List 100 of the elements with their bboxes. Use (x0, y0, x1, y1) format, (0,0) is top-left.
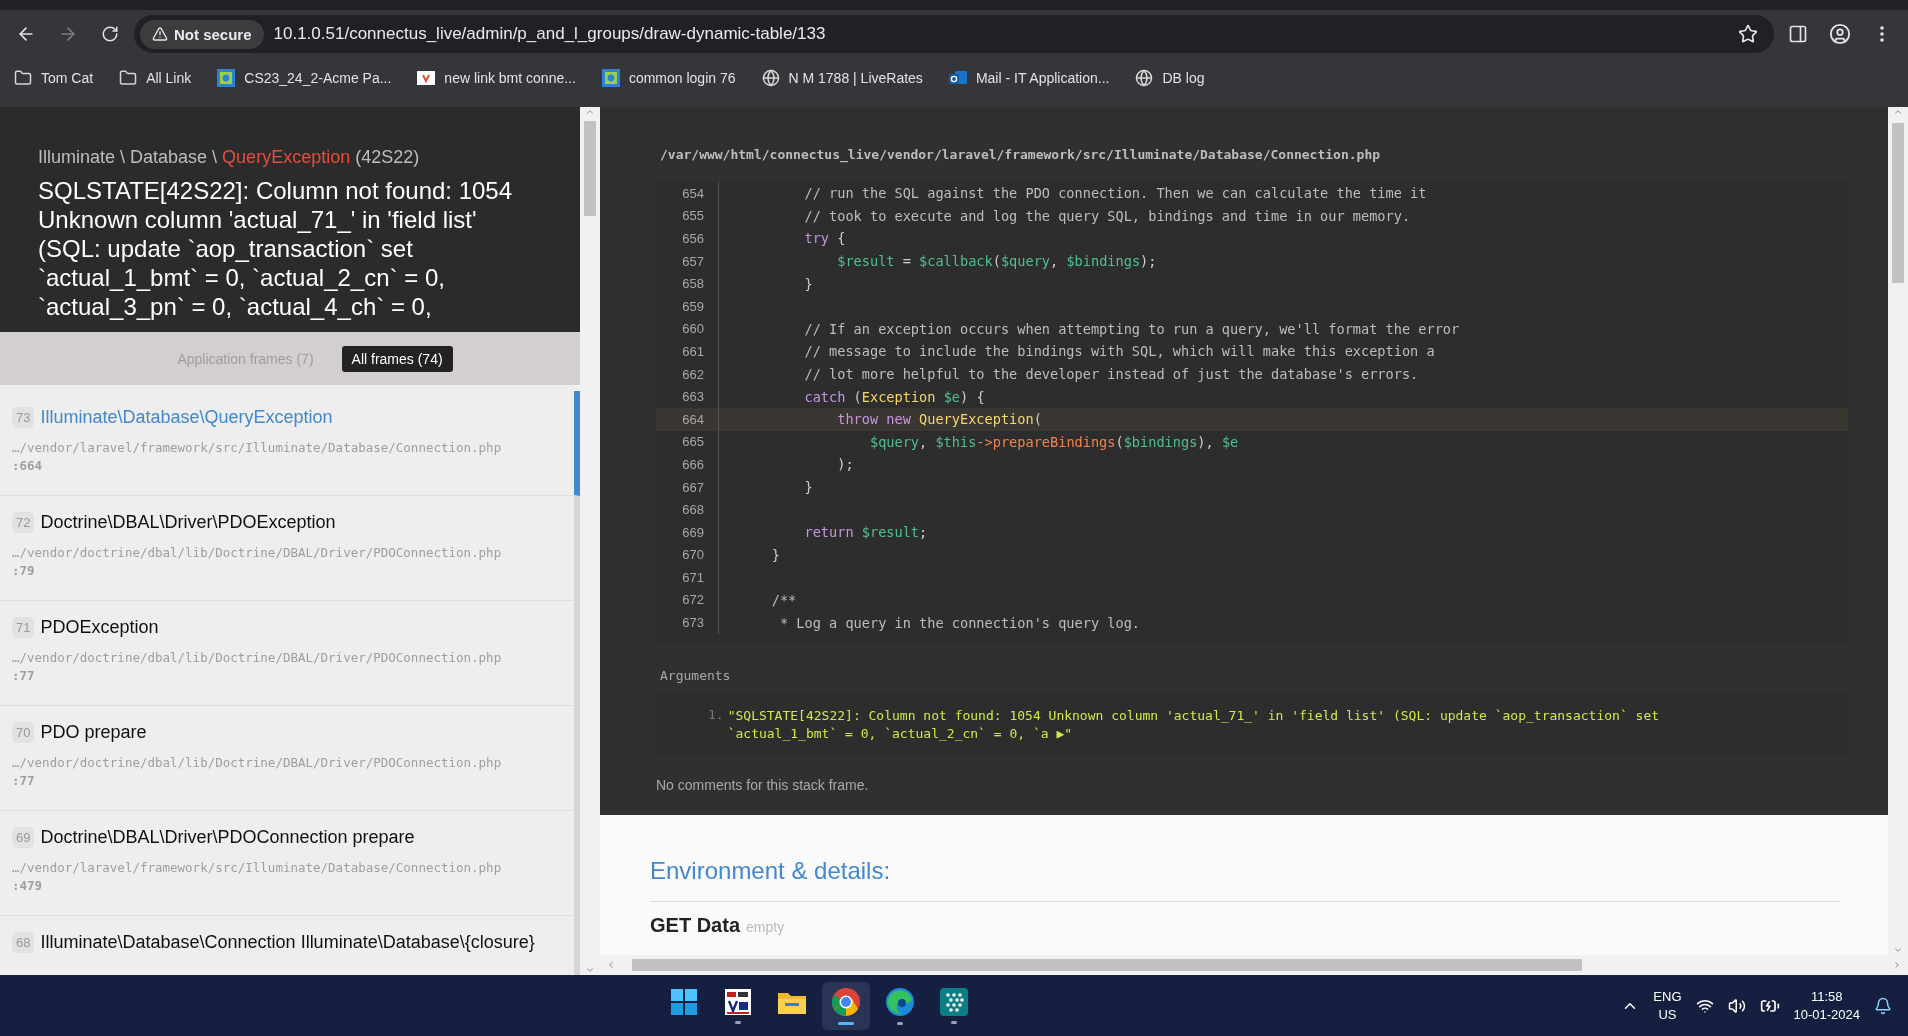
code-line: // message to include the bindings with SQL, which will make this exception a (803, 343, 1435, 360)
taskbar-app[interactable] (821, 981, 870, 1030)
frame-name: PDO prepare (40, 722, 147, 743)
line-number: 655 (656, 204, 719, 228)
line-number: 665 (656, 430, 719, 454)
line-number: 664 (656, 407, 719, 431)
site-icon (417, 69, 436, 87)
side-panel-icon (1788, 24, 1808, 44)
frame-number: 73 (12, 407, 35, 428)
line-number: 656 (656, 227, 719, 250)
folder-icon (14, 69, 32, 87)
exception-message: SQLSTATE[42S22]: Column not found: 1054 Unknown column 'actual_71_' in 'field list' (SQL: update `aop_transaction` set `actual_1_bmt` = 0, `actual_2_cn` = 0, `actual_3_pn` = 0, `actual_4_ch` = 0, (38, 176, 514, 321)
code-line: catch (Exception $e) { (803, 388, 985, 405)
line-number: 654 (656, 182, 719, 205)
language-indicator[interactable]: ENG US (1653, 987, 1682, 1024)
menu-icon (1880, 26, 1884, 42)
frame-path: …/vendor/doctrine/dbal/lib/Doctrine/DBAL/Driver/PDOConnection.php (12, 755, 503, 770)
line-number: 670 (656, 543, 719, 567)
code-line: return $result; (803, 524, 928, 541)
bookmark[interactable]: Mail - IT Application... (942, 65, 1116, 91)
bookmark[interactable]: new link bmt conne... (411, 65, 582, 91)
frame-line: :77 (12, 668, 36, 683)
bookmark[interactable]: common login 76 (595, 65, 742, 91)
scroll-thumb[interactable] (584, 121, 596, 216)
line-number: 660 (656, 317, 719, 341)
code-line: ); (836, 456, 854, 473)
code-line: } (803, 479, 813, 495)
code-line: // took to execute and log the query SQL, bindings and time in our memory. (803, 207, 1411, 224)
frame-number: 71 (12, 617, 35, 638)
security-chip[interactable]: Not secure (140, 19, 264, 49)
frame-line: :77 (12, 773, 36, 788)
section-title: Environment & details: (650, 857, 1840, 902)
bookmark[interactable]: DB log (1129, 65, 1211, 91)
line-number: 668 (656, 498, 719, 521)
line-number: 666 (656, 453, 719, 476)
code-line: } (770, 546, 780, 563)
code-line: // lot more helpful to the developer instead of just the database's errors. (803, 366, 1419, 383)
frame-path: …/vendor/laravel/framework/src/Illuminate/Database/Connection.php (12, 440, 503, 455)
frames-tab[interactable]: All frames (74) (341, 345, 453, 372)
frame-name: Illuminate\Database\QueryException (40, 407, 333, 428)
frame-name: Doctrine\DBAL\Driver\PDOException (40, 512, 336, 533)
scrollbar[interactable] (580, 107, 600, 975)
frame-name: PDOException (40, 617, 159, 638)
code-line: throw new QueryException( (836, 411, 1042, 428)
section-heading: GET Data (650, 914, 741, 937)
line-number: 663 (656, 385, 719, 408)
frame-name: Doctrine\DBAL\Driver\PDOConnection prepare (40, 827, 415, 848)
frame-line: :479 (12, 878, 44, 893)
volume-icon[interactable] (1727, 996, 1746, 1015)
exception-title: Illuminate \ Database \ QueryException (42S22) (38, 147, 421, 168)
frame-path: …/vendor/doctrine/dbal/lib/Doctrine/DBAL/Driver/PDOConnection.php (12, 545, 503, 560)
frame-path: …/vendor/laravel/framework/src/Illuminate/Database/Connection.php (12, 860, 503, 875)
bookmark[interactable]: All Link (113, 65, 198, 91)
frame-line: :664 (12, 458, 44, 473)
line-number: 667 (656, 475, 719, 499)
line-number: 669 (656, 520, 719, 544)
scroll-thumb[interactable] (632, 959, 1582, 971)
frame-name: Illuminate\Database\Connection Illuminate\Database\{closure} (40, 932, 535, 953)
argument-number: 1. (708, 707, 724, 724)
argument-value: "SQLSTATE[42S22]: Column not found: 1054 Unknown column 'actual_71_' in 'field list' (SQL: update `aop_transaction` set `actual_1_bmt` = 0, `actual_2_cn` = 0, `a ▶" (727, 707, 1661, 743)
bookmark[interactable]: N M 1788 | LiveRates (755, 65, 929, 91)
code-line: * Log a query in the connection's query log. (778, 614, 1141, 631)
code-line: $query, $this->prepareBindings($bindings), $e (868, 433, 1239, 450)
frame-number: 70 (12, 722, 35, 743)
app-icon (217, 69, 236, 87)
edge-icon (884, 986, 915, 1017)
scroll-thumb[interactable] (1892, 123, 1904, 283)
code-line: // run the SQL against the PDO connection. Then we can calculate the time it (803, 185, 1427, 202)
empty-note: empty (746, 919, 785, 935)
bookmark[interactable]: CS23_24_2-Acme Pa... (211, 65, 398, 91)
line-number: 671 (656, 566, 719, 589)
bookmark[interactable]: Tom Cat (8, 65, 100, 91)
line-number: 659 (656, 294, 719, 318)
app-grid-icon (939, 987, 968, 1016)
scrollbar[interactable] (600, 955, 1908, 975)
warning-icon (152, 26, 168, 42)
chrome-icon (830, 986, 861, 1017)
line-number: 661 (656, 340, 719, 363)
url-text: 10.1.0.51/connectus_live/admin/p_and_l_groups/draw-dynamic-table/133 (273, 24, 827, 44)
file-path: /var/www/html/connectus_live/vendor/laravel/framework/src/Illuminate/Database/Connection.php (660, 147, 1382, 162)
vnc-icon (723, 987, 752, 1016)
line-number: 672 (656, 588, 719, 612)
address-bar[interactable]: Not secure 10.1.0.51/connectus_live/admin/p_and_l_groups/draw-dynamic-table/133 (134, 15, 1774, 53)
frame-number: 72 (12, 512, 35, 533)
mail-icon (948, 69, 967, 87)
line-number: 658 (656, 272, 719, 295)
bell-icon[interactable] (1874, 996, 1892, 1015)
reload-icon (101, 25, 119, 43)
line-number: 662 (656, 362, 719, 386)
line-number: 673 (656, 611, 719, 634)
scrollbar[interactable] (1888, 107, 1908, 955)
comments-text: No comments for this stack frame. (656, 777, 870, 793)
arguments-title: Arguments (660, 668, 732, 683)
frame-path: …/vendor/doctrine/dbal/lib/Doctrine/DBAL/Driver/PDOConnection.php (12, 650, 503, 665)
globe-icon (1135, 69, 1154, 87)
clock[interactable]: 11:58 10-01-2024 (1793, 987, 1860, 1024)
code-line: try { (803, 230, 846, 247)
code-line: } (803, 275, 813, 292)
globe-icon (761, 69, 780, 87)
star-icon[interactable] (1738, 24, 1758, 44)
